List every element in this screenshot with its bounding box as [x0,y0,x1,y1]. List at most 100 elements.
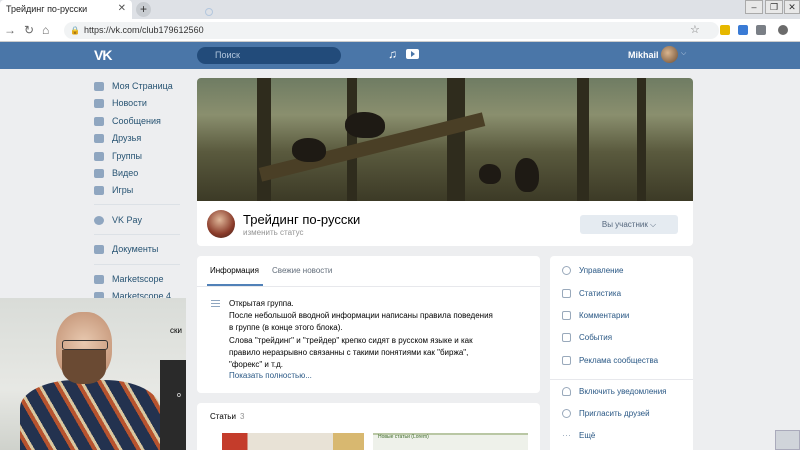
bookmark-star-icon[interactable]: ☆ [690,23,700,36]
sidebar-item-friends[interactable]: Друзья [94,131,141,145]
webcam-background [160,360,186,450]
music-icon[interactable]: ♫ [388,47,397,61]
sidebar-item-label: Новости [112,98,147,108]
sidebar-item-documents[interactable]: Документы [94,242,158,256]
browser-tab-bar: Трейдинг по-русски ✕ + – ❐ ✕ [0,0,800,19]
more-link[interactable]: ··· Ещё [562,430,595,441]
actions-divider [550,379,693,380]
sidebar-item-messages[interactable]: Сообщения [94,114,161,128]
reload-icon[interactable]: ↻ [24,24,34,36]
chevron-down-icon[interactable]: ⌵ [681,50,686,58]
extension-icon[interactable] [720,25,730,35]
sidebar-item-label: Друзья [112,133,142,143]
avatar[interactable] [661,46,678,63]
bell-icon [562,387,571,396]
sidebar-item-news[interactable]: Новости [94,96,147,110]
close-tab-icon[interactable]: ✕ [118,3,126,14]
menu-divider [94,264,180,265]
action-label: События [579,333,613,342]
occluded-text: о [177,392,181,399]
sidebar-item-groups[interactable]: Группы [94,149,142,163]
show-more-link[interactable]: Показать полностью... [229,371,312,380]
enable-notifications-link[interactable]: Включить уведомления [562,387,667,396]
window-close-button[interactable]: ✕ [784,0,800,14]
restore-button[interactable]: ❐ [765,0,783,14]
member-button[interactable]: Вы участник ⌵ [580,215,678,234]
menu-divider [94,204,180,205]
community-ads-link[interactable]: Реклама сообщества [562,356,658,365]
sidebar-item-label: Marketscope [112,274,164,284]
article-thumbnail-text: Новые статьи (Lorem) [378,434,429,440]
group-cover-image [197,78,693,201]
sidebar-item-games[interactable]: Игры [94,183,133,197]
action-label: Реклама сообщества [579,356,659,365]
description-line: "форекс" и т.д. [229,360,284,369]
search-input[interactable]: Поиск [197,47,341,64]
tab-fresh-news[interactable]: Свежие новости [272,266,332,275]
browser-menu-icon[interactable] [778,25,788,35]
search-icon [205,8,213,16]
extension-icon[interactable] [756,25,766,35]
text-lines-icon [211,300,220,307]
more-dots-icon: ··· [562,430,571,440]
add-user-icon [562,409,571,418]
sidebar-item-vkpay[interactable]: VK Pay [94,213,142,227]
group-name: Трейдинг по-русски [243,212,361,227]
description-line: После небольшой вводной информации напис… [229,311,493,320]
taskbar-tray-icon[interactable] [775,430,800,450]
url-input[interactable]: https://vk.com/club179612560 [64,22,719,39]
description-line: Открытая группа. [229,299,294,308]
extension-icon[interactable] [738,25,748,35]
invite-friends-link[interactable]: Пригласить друзей [562,409,650,418]
vkpay-icon [94,215,104,225]
vk-logo[interactable]: VK [94,47,112,63]
news-icon [94,98,104,108]
calendar-icon [562,333,571,342]
action-label: Комментарии [579,311,630,320]
action-label: Управление [579,266,624,275]
username[interactable]: Mikhail [628,50,659,60]
video-icon[interactable] [406,49,419,59]
lock-icon: 🔒 [70,26,80,35]
group-avatar[interactable] [207,210,235,238]
action-label: Статистика [579,289,622,298]
menu-divider [94,234,180,235]
sidebar-item-label: VK Pay [112,215,143,225]
minimize-button[interactable]: – [745,0,763,14]
sidebar-item-label: Видео [112,168,139,178]
video-icon [94,168,104,178]
home-icon[interactable]: ⌂ [42,24,49,36]
megaphone-icon [562,356,571,365]
friends-icon [94,133,104,143]
vk-header: VK Поиск [0,42,800,69]
sidebar-item-video[interactable]: Видео [94,166,138,180]
back-icon[interactable]: → [4,24,16,36]
occluded-text: ски [170,326,182,335]
tab-information[interactable]: Информация [210,266,259,275]
webcam-person-beard [62,350,106,384]
tab-title: Трейдинг по-русски [6,4,88,14]
comment-icon [562,311,571,320]
sidebar-item-label: Документы [112,244,159,254]
sidebar-item-my-page[interactable]: Моя Страница [94,79,173,93]
article-thumbnail[interactable] [222,433,364,450]
comments-link[interactable]: Комментарии [562,311,629,320]
group-icon [94,274,104,284]
sidebar-item-marketscope[interactable]: Marketscope [94,272,164,286]
description-line: правило неразрывно связанны с такими пон… [229,348,469,357]
group-actions-card [550,256,693,450]
home-icon [94,81,104,91]
webcam-person-glasses [62,340,108,350]
sidebar-item-label: Моя Страница [112,81,173,91]
gear-icon [562,266,571,275]
manage-link[interactable]: Управление [562,266,623,275]
change-status-link[interactable]: изменить статус [243,228,304,237]
browser-tab[interactable]: Трейдинг по-русски ✕ [0,0,132,19]
new-tab-button[interactable]: + [136,2,151,17]
articles-title[interactable]: Статьи [210,412,236,421]
statistics-link[interactable]: Статистика [562,289,621,298]
address-bar: → ↻ ⌂ https://vk.com/club179612560 🔒 ☆ [0,19,800,42]
description-line: в группе (в конце этого блока). [229,323,343,332]
events-link[interactable]: События [562,333,612,342]
webcam-person-shirt [20,380,160,450]
